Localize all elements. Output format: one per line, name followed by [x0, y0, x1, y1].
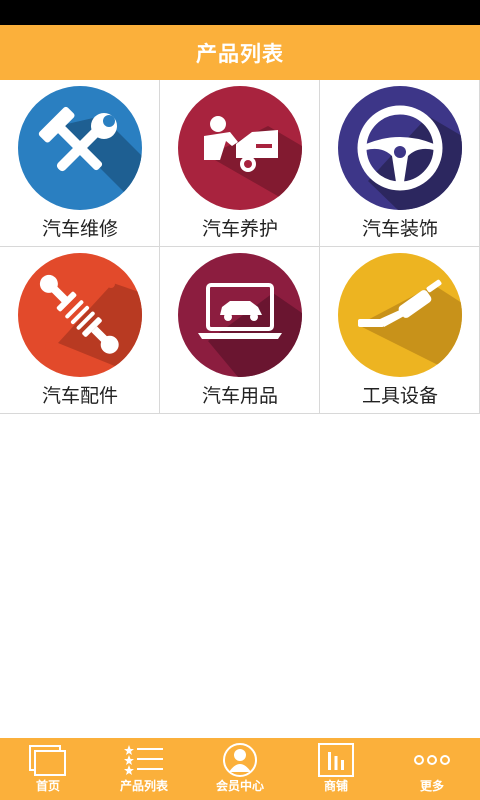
tab-label: 更多 [419, 779, 444, 793]
grid-item-decoration[interactable]: 汽车装饰 [320, 80, 480, 247]
list-icon [124, 745, 163, 775]
grid-item-maintenance[interactable]: 汽车养护 [160, 80, 320, 247]
bottom-tab-bar: 首页 产品列表 会员中心 商铺 更多 [0, 738, 480, 800]
home-icon [29, 745, 66, 776]
tab-label: 产品列表 [119, 779, 168, 793]
shop-icon [318, 743, 354, 777]
grid-item-tools[interactable]: 工具设备 [320, 247, 480, 414]
tab-member-center[interactable]: 会员中心 [192, 738, 288, 800]
grid-item-parts[interactable]: 汽车配件 [0, 247, 160, 414]
more-icon [414, 755, 450, 765]
exhaust-pipe-icon [338, 253, 462, 377]
page-title: 产品列表 [196, 41, 284, 66]
grid-item-supplies[interactable]: 汽车用品 [160, 247, 320, 414]
tab-label: 首页 [35, 779, 60, 793]
product-grid: 汽车维修 汽车养护 汽车装饰 汽车配件 汽车用品 工具设备 [0, 80, 480, 415]
grid-item-label: 汽车装饰 [361, 218, 438, 240]
laptop-car-icon [178, 253, 302, 377]
tab-product-list[interactable]: 产品列表 [96, 738, 192, 800]
member-icon [223, 743, 257, 777]
steering-wheel-icon [338, 86, 462, 210]
tab-more[interactable]: 更多 [384, 738, 480, 800]
grid-item-label: 汽车用品 [201, 385, 278, 407]
status-bar [0, 0, 480, 25]
tab-label: 商铺 [323, 779, 348, 793]
grid-item-label: 汽车维修 [41, 218, 118, 240]
grid-item-label: 汽车配件 [41, 385, 118, 407]
grid-item-label: 工具设备 [361, 385, 438, 407]
grid-item-label: 汽车养护 [201, 218, 278, 240]
grid-item-repair[interactable]: 汽车维修 [0, 80, 160, 247]
wrench-hammer-icon [18, 86, 142, 210]
title-bar: 产品列表 [0, 25, 480, 80]
shock-absorber-icon [18, 253, 142, 377]
tab-shop[interactable]: 商铺 [288, 738, 384, 800]
car-mechanic-icon [178, 86, 302, 210]
tab-label: 会员中心 [215, 779, 264, 793]
tab-home[interactable]: 首页 [0, 738, 96, 800]
